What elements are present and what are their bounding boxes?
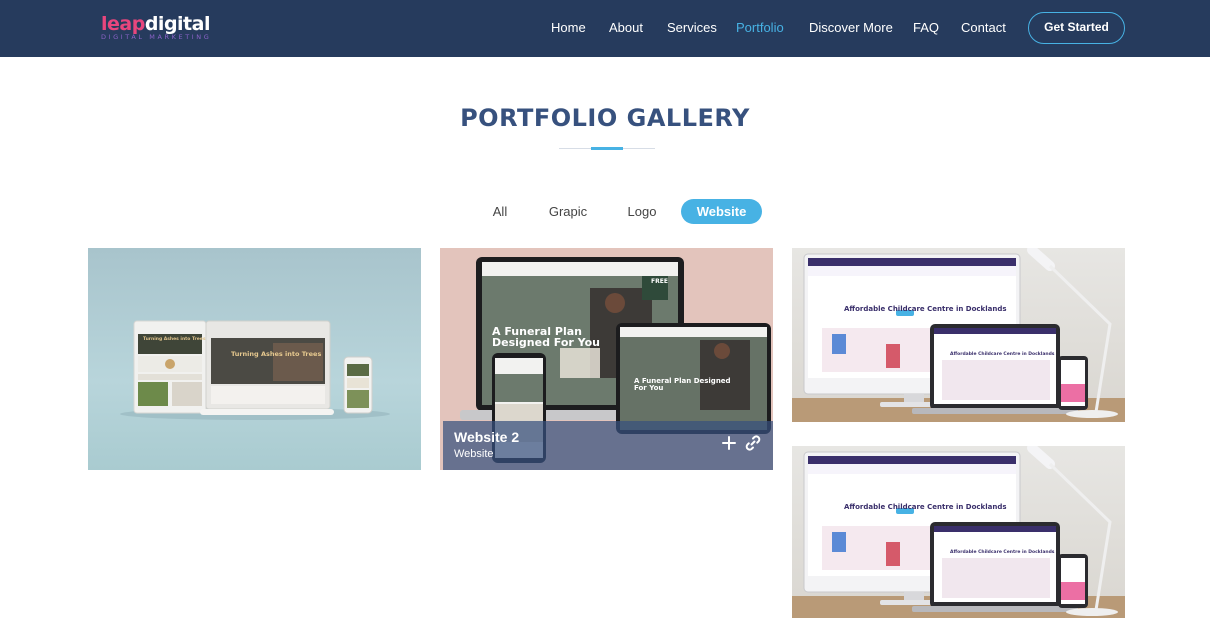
portfolio-item-category: Website [454,448,494,460]
filter-all[interactable]: All [484,199,516,224]
mockup-heading: A Funeral Plan Designed For You [492,325,601,349]
mockup-heading-small: A Funeral Plan Designed For You [634,377,731,392]
site-header: leapdigital DIGITAL MARKETING Home About… [0,0,1210,57]
website-mockup-image [120,320,390,420]
nav-portfolio[interactable]: Portfolio [736,20,784,36]
mockup-heading-small: Affordable Childcare Centre in Docklands [950,352,1055,357]
filter-website[interactable]: Website [681,199,762,224]
portfolio-item[interactable]: Affordable Childcare Centre in Docklands… [792,248,1125,422]
title-divider-accent [591,147,623,150]
filter-logo[interactable]: Logo [618,199,666,224]
portfolio-item-overlay: Website 2 Website [443,421,773,470]
nav-faq[interactable]: FAQ [913,20,939,36]
portfolio-item[interactable]: Turning Ashes into Trees Turning Ashes i… [88,248,421,470]
portfolio-item[interactable]: Affordable Childcare Centre in Docklands… [792,446,1125,618]
website-mockup-image [792,446,1125,618]
mockup-heading-small: Turning Ashes into Trees [143,337,206,342]
logo-wordmark: leapdigital [101,13,210,35]
nav-services[interactable]: Services [667,20,717,36]
mockup-badge: FREE [651,278,668,285]
logo-leap-text: leap [101,13,145,35]
filter-grapic[interactable]: Grapic [538,199,598,224]
mockup-heading: Affordable Childcare Centre in Docklands [844,503,1007,511]
link-icon[interactable] [744,434,762,452]
portfolio-item[interactable]: FREE A Funeral Plan Designed For You A F… [440,248,773,470]
nav-discover-more[interactable]: Discover More [809,20,893,36]
mockup-heading: Affordable Childcare Centre in Docklands [844,305,1007,313]
logo[interactable]: leapdigital DIGITAL MARKETING [101,13,223,41]
logo-digital-text: digital [144,13,211,35]
nav-contact[interactable]: Contact [961,20,1006,36]
portfolio-item-title: Website 2 [454,429,520,445]
nav-about[interactable]: About [609,20,643,36]
plus-icon[interactable] [720,434,738,452]
page-title: PORTFOLIO GALLERY [460,104,750,132]
get-started-button[interactable]: Get Started [1028,12,1125,44]
website-mockup-image [792,248,1125,422]
mockup-heading-small: Affordable Childcare Centre in Docklands [950,550,1055,555]
mockup-heading: Turning Ashes into Trees [231,350,322,358]
logo-tagline: DIGITAL MARKETING [101,33,212,41]
nav-home[interactable]: Home [551,20,586,36]
